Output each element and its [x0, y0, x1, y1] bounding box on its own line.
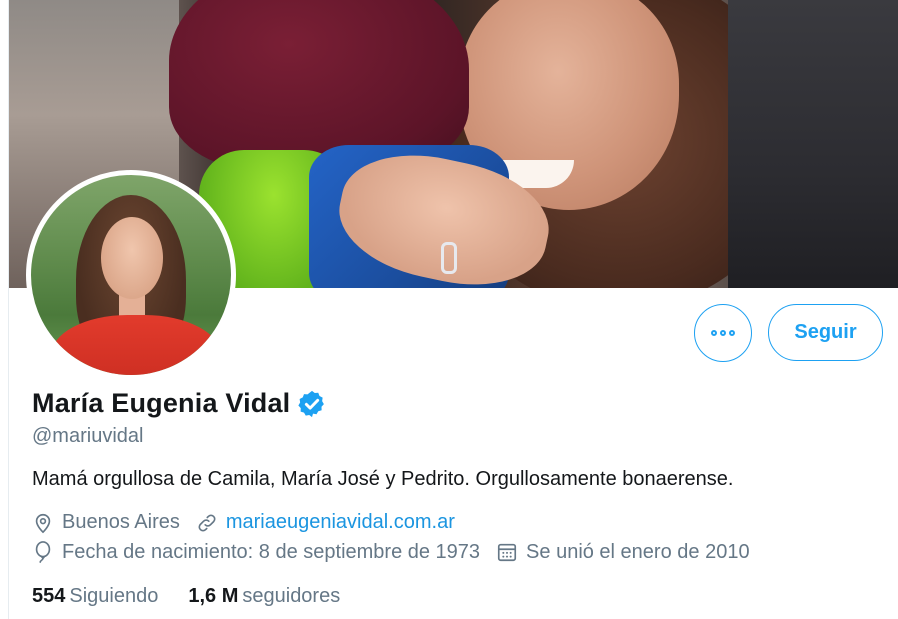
location-text: Buenos Aires	[62, 511, 180, 533]
balloon-icon	[35, 541, 51, 563]
joined-item: Se unió el enero de 2010	[496, 541, 750, 564]
follow-button-label: Seguir	[794, 321, 857, 343]
verified-badge-icon	[298, 390, 325, 417]
profile-bio: Mamá orgullosa de Camila, María José y P…	[32, 468, 734, 490]
profile-name: María Eugenia Vidal	[32, 388, 291, 418]
birthday-item: Fecha de nacimiento: 8 de septiembre de …	[32, 540, 480, 564]
followers-count: 1,6 M	[188, 585, 239, 607]
profile-meta-row-1: Buenos Aires mariaeugeniavidal.com.ar	[32, 511, 471, 534]
followers-label: seguidores	[242, 585, 341, 607]
link-icon	[198, 514, 216, 531]
more-dots-icon	[711, 330, 735, 336]
profile-avatar[interactable]	[26, 170, 236, 380]
website-link[interactable]: mariaeugeniavidal.com.ar	[226, 511, 455, 534]
location-item: Buenos Aires	[32, 511, 180, 534]
calendar-icon	[497, 543, 517, 562]
profile-stats: 554 Siguiendo 1,6 Mseguidores	[32, 585, 370, 608]
following-label: Siguiendo	[69, 585, 159, 607]
profile-name-row: María Eugenia Vidal	[32, 388, 327, 419]
location-pin-icon	[35, 513, 51, 533]
website-item[interactable]: mariaeugeniavidal.com.ar	[196, 511, 455, 534]
birthday-text: Fecha de nacimiento: 8 de septiembre de …	[62, 540, 481, 563]
profile-meta-row-2: Fecha de nacimiento: 8 de septiembre de …	[32, 540, 766, 564]
followers-stat[interactable]: 1,6 Mseguidores	[188, 585, 340, 608]
following-stat[interactable]: 554 Siguiendo	[32, 585, 158, 608]
following-count: 554	[32, 585, 66, 607]
more-options-button[interactable]	[694, 304, 752, 362]
follow-button[interactable]: Seguir	[768, 304, 883, 361]
profile-handle: @mariuvidal	[32, 425, 144, 447]
joined-text: Se unió el enero de 2010	[526, 540, 750, 563]
